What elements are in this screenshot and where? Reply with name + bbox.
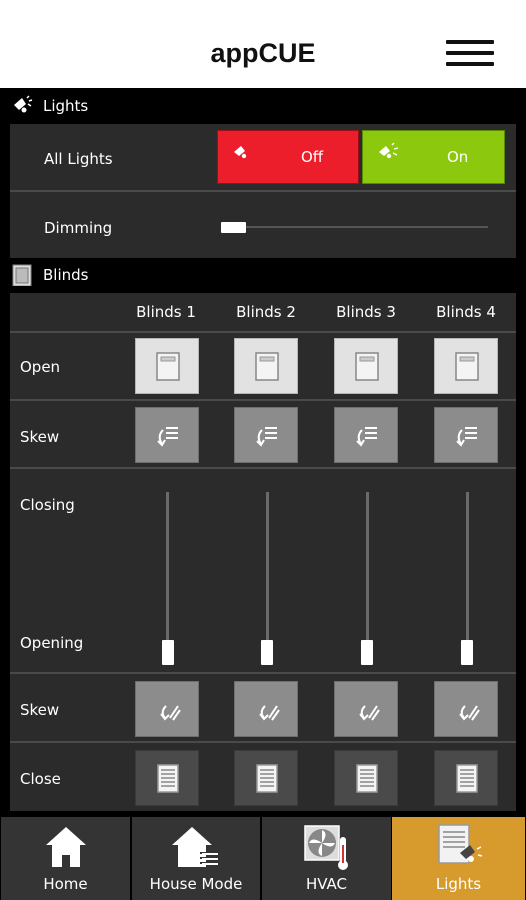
blind-closed-icon <box>456 764 478 793</box>
blinds-1-open-button[interactable] <box>135 338 199 394</box>
blinds-divider <box>10 672 516 674</box>
blinds-divider <box>10 331 516 333</box>
nav-lights[interactable]: Lights <box>392 817 525 900</box>
blinds-column-header: Blinds 2 <box>236 303 296 321</box>
nav-hvac-label: HVAC <box>305 875 348 893</box>
blinds-divider <box>10 467 516 469</box>
blinds-2-position-track[interactable] <box>266 492 269 642</box>
hamburger-icon[interactable] <box>446 40 494 68</box>
blinds-1-skew-down-button[interactable] <box>135 681 199 737</box>
blinds-2-skew-down-button[interactable] <box>234 681 298 737</box>
blinds-1-position-thumb[interactable] <box>162 640 174 665</box>
dimming-label: Dimming <box>44 219 113 237</box>
blinds-2-skew-up-button[interactable] <box>234 407 298 463</box>
close-row-label: Close <box>20 770 61 788</box>
lights-section-title: Lights <box>43 97 89 115</box>
nav-hvac[interactable]: HVAC <box>262 817 391 900</box>
blinds-1-skew-up-button[interactable] <box>135 407 199 463</box>
blinds-4-skew-down-button[interactable] <box>434 681 498 737</box>
blinds-column-header: Blinds 4 <box>436 303 496 321</box>
blinds-section-title: Blinds <box>43 266 89 284</box>
blind-closed-icon <box>256 764 278 793</box>
blinds-column-header: Blinds 3 <box>336 303 396 321</box>
blinds-1-position-track[interactable] <box>166 492 169 642</box>
blinds-4-position-thumb[interactable] <box>461 640 473 665</box>
blinds-divider <box>10 399 516 401</box>
lights-on-button[interactable]: On <box>362 130 505 184</box>
blinds-1-close-button[interactable] <box>135 750 199 806</box>
blind-open-icon <box>355 352 379 381</box>
skew-down-icon <box>359 705 380 721</box>
blinds-2-open-button[interactable] <box>234 338 298 394</box>
blinds-divider <box>10 741 516 743</box>
skew-down-icon <box>459 705 480 721</box>
blind-open-icon <box>255 352 279 381</box>
blinds-4-skew-up-button[interactable] <box>434 407 498 463</box>
blind-open-icon <box>156 352 180 381</box>
on-label: On <box>447 148 469 166</box>
skew-up-icon <box>456 427 477 447</box>
blind-open-icon <box>455 352 479 381</box>
blinds-3-skew-down-button[interactable] <box>334 681 398 737</box>
hvac-fan-icon <box>303 825 348 870</box>
skew-up-icon <box>256 427 277 447</box>
blind-closed-icon <box>157 764 179 793</box>
nav-house-mode[interactable]: House Mode <box>132 817 260 900</box>
lamp-icon <box>10 95 34 117</box>
blinds-2-close-button[interactable] <box>234 750 298 806</box>
blinds-3-skew-up-button[interactable] <box>334 407 398 463</box>
house-mode-icon <box>172 827 220 867</box>
lights-section-header: Lights <box>0 90 526 122</box>
off-label: Off <box>301 148 324 166</box>
blinds-4-position-track[interactable] <box>466 492 469 642</box>
blinds-section-header: Blinds <box>0 259 526 291</box>
nav-home-label: Home <box>43 875 88 893</box>
home-icon <box>45 827 86 867</box>
nav-house-mode-label: House Mode <box>149 875 243 893</box>
blinds-3-position-thumb[interactable] <box>361 640 373 665</box>
lights-divider <box>10 190 516 192</box>
skew-down-icon <box>259 705 280 721</box>
blinds-4-open-button[interactable] <box>434 338 498 394</box>
blinds-3-position-track[interactable] <box>366 492 369 642</box>
opening-label: Opening <box>20 634 84 652</box>
blinds-3-open-button[interactable] <box>334 338 398 394</box>
skew-down-row-label: Skew <box>20 701 60 719</box>
all-lights-label: All Lights <box>44 150 113 168</box>
skew-up-icon <box>157 427 178 447</box>
lamp-off-icon <box>232 143 256 165</box>
blinds-column-header: Blinds 1 <box>136 303 196 321</box>
dimming-slider-track[interactable] <box>222 226 488 228</box>
nav-home[interactable]: Home <box>1 817 130 900</box>
skew-up-icon <box>356 427 377 447</box>
blinds-2-position-thumb[interactable] <box>261 640 273 665</box>
top-bar: appCUE <box>0 0 526 88</box>
skew-row-label: Skew <box>20 428 60 446</box>
nav-lights-label: Lights <box>435 875 482 893</box>
blind-icon <box>10 264 34 287</box>
blinds-3-close-button[interactable] <box>334 750 398 806</box>
blinds-4-close-button[interactable] <box>434 750 498 806</box>
open-row-label: Open <box>20 358 61 376</box>
skew-down-icon <box>160 705 181 721</box>
lights-icon <box>437 824 482 864</box>
dimming-slider-thumb[interactable] <box>221 222 246 233</box>
lights-off-button[interactable]: Off <box>217 130 359 184</box>
blind-closed-icon <box>356 764 378 793</box>
lamp-on-icon <box>377 142 401 165</box>
closing-label: Closing <box>20 496 75 514</box>
